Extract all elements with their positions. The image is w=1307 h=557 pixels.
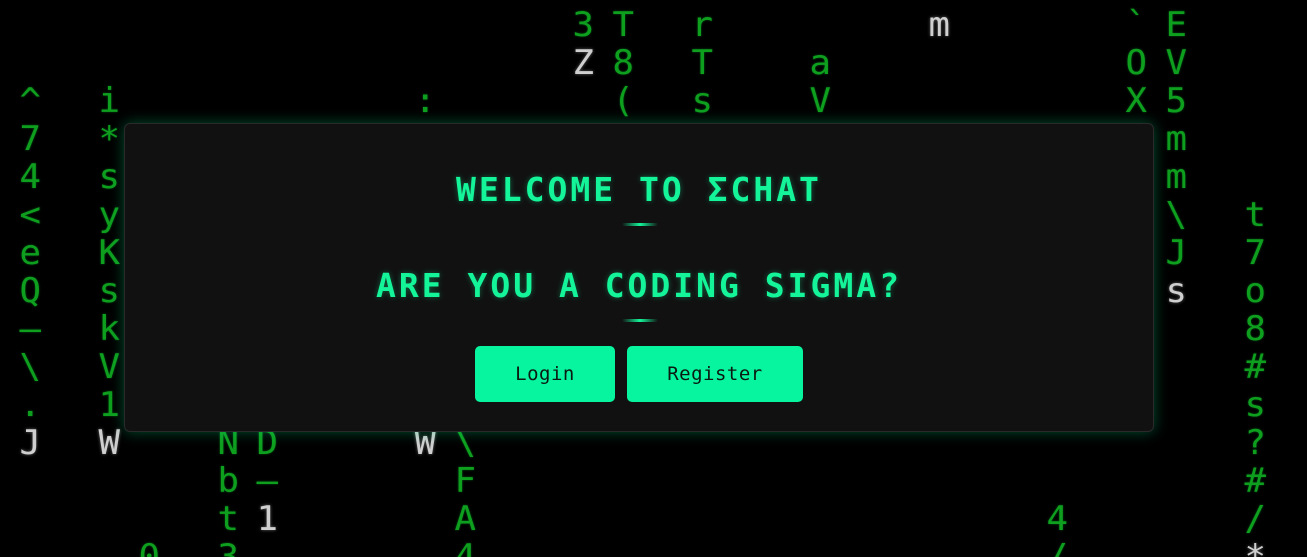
matrix-glyph: O bbox=[1125, 43, 1147, 83]
matrix-glyph: Z bbox=[572, 43, 594, 83]
matrix-glyph: 1 bbox=[98, 385, 120, 425]
matrix-glyph: k bbox=[98, 309, 120, 349]
matrix-glyph: s bbox=[1164, 271, 1187, 311]
welcome-subtitle: ARE YOU A CODING SIGMA? bbox=[376, 266, 902, 305]
matrix-glyph: s bbox=[98, 271, 120, 311]
matrix-glyph: . bbox=[19, 385, 41, 425]
matrix-glyph: 7 bbox=[1243, 233, 1266, 273]
matrix-glyph: 4 bbox=[19, 157, 41, 197]
matrix-glyph: K bbox=[98, 233, 120, 273]
matrix-glyph: V bbox=[1164, 43, 1187, 83]
subtitle-divider bbox=[622, 319, 658, 322]
matrix-glyph: m bbox=[1164, 119, 1187, 159]
matrix-glyph: — bbox=[19, 309, 41, 349]
matrix-glyph: / bbox=[1243, 499, 1266, 539]
matrix-glyph: t bbox=[1243, 195, 1266, 235]
welcome-title: WELCOME TO ΣCHAT bbox=[456, 170, 822, 209]
matrix-glyph: b bbox=[216, 461, 239, 501]
register-button[interactable]: Register bbox=[627, 346, 803, 402]
matrix-glyph: / bbox=[1046, 537, 1068, 557]
app-screen: 3 Tr m ` E Z 8 Ta O V ^ i:(s V X 5 7 * m 4 s m < y \ t e K J 7 Qs s o — k… bbox=[0, 0, 1307, 557]
matrix-glyph: m bbox=[1164, 157, 1187, 197]
matrix-glyph: 4 bbox=[453, 537, 476, 557]
matrix-glyph: ^ bbox=[19, 81, 41, 121]
matrix-glyph: 0 bbox=[137, 537, 160, 557]
matrix-glyph: : bbox=[414, 81, 436, 121]
matrix-glyph: * bbox=[98, 119, 120, 159]
matrix-glyph: y bbox=[98, 195, 120, 235]
matrix-glyph: # bbox=[1243, 461, 1266, 501]
matrix-glyph: 1 bbox=[256, 499, 278, 539]
matrix-glyph: \ bbox=[1164, 195, 1187, 235]
matrix-glyph: A bbox=[453, 499, 476, 539]
matrix-glyph: o bbox=[1243, 271, 1266, 311]
matrix-glyph: 5 bbox=[1164, 81, 1187, 121]
matrix-glyph: J bbox=[19, 423, 41, 463]
matrix-glyph: X bbox=[1125, 81, 1147, 121]
matrix-glyph: 8 bbox=[1243, 309, 1266, 349]
matrix-glyph: ` bbox=[1125, 5, 1147, 45]
matrix-glyph: J bbox=[1164, 233, 1187, 273]
matrix-glyph: < bbox=[19, 195, 41, 235]
matrix-glyph: 3 bbox=[572, 5, 594, 45]
matrix-glyph: # bbox=[1243, 347, 1266, 387]
matrix-glyph: e bbox=[19, 233, 41, 273]
welcome-dialog: WELCOME TO ΣCHAT ARE YOU A CODING SIGMA?… bbox=[124, 123, 1154, 432]
matrix-glyph: * bbox=[1243, 537, 1266, 557]
matrix-glyph: E bbox=[1164, 5, 1187, 45]
matrix-glyph: ( bbox=[611, 81, 634, 121]
matrix-glyph: — bbox=[256, 461, 278, 501]
matrix-glyph: V bbox=[98, 347, 120, 387]
matrix-glyph: s bbox=[1243, 385, 1266, 425]
matrix-glyph: \ bbox=[19, 347, 41, 387]
matrix-glyph: r bbox=[690, 5, 713, 45]
matrix-glyph: s bbox=[98, 157, 120, 197]
matrix-glyph: 3 bbox=[216, 537, 239, 557]
login-button[interactable]: Login bbox=[475, 346, 615, 402]
matrix-glyph: 4 bbox=[1046, 499, 1068, 539]
matrix-glyph: t bbox=[216, 499, 239, 539]
matrix-glyph: T bbox=[690, 43, 713, 83]
matrix-glyph: T bbox=[611, 5, 634, 45]
matrix-glyph: m bbox=[927, 5, 950, 45]
matrix-glyph: 8 bbox=[611, 43, 634, 83]
matrix-glyph: F bbox=[453, 461, 476, 501]
matrix-glyph: s bbox=[690, 81, 713, 121]
matrix-glyph: a bbox=[809, 43, 831, 83]
matrix-glyph: ? bbox=[1243, 423, 1266, 463]
matrix-glyph: Q bbox=[19, 271, 41, 311]
matrix-glyph: 7 bbox=[19, 119, 41, 159]
matrix-glyph: i bbox=[98, 81, 120, 121]
matrix-glyph: V bbox=[809, 81, 831, 121]
title-divider bbox=[622, 223, 658, 226]
matrix-glyph: W bbox=[98, 423, 120, 463]
